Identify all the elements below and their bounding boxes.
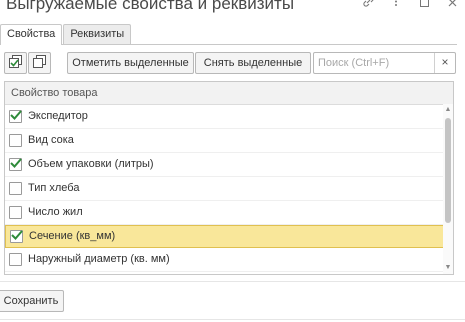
more-icon[interactable] bbox=[389, 0, 403, 10]
row-label: Наружный диаметр (кв. мм) bbox=[28, 253, 170, 265]
link-icon[interactable] bbox=[361, 0, 375, 10]
maximize-icon[interactable] bbox=[417, 0, 431, 10]
table-row[interactable]: Сечение (кв_мм) bbox=[5, 225, 453, 248]
check-all-icon bbox=[8, 54, 23, 72]
table-row[interactable]: Вид сока bbox=[5, 129, 453, 153]
row-label: Число жил bbox=[28, 206, 83, 218]
table-row[interactable]: Наружный диаметр (кв. мм) bbox=[5, 248, 453, 272]
bottom-divider bbox=[0, 319, 465, 320]
row-checkbox[interactable] bbox=[9, 182, 22, 195]
table-row[interactable]: Объем упаковки (литры) bbox=[5, 153, 453, 177]
row-checkbox[interactable] bbox=[9, 134, 22, 147]
vertical-scrollbar[interactable]: ▲ ▼ bbox=[443, 104, 453, 274]
copy-button[interactable] bbox=[28, 52, 51, 74]
tab-attributes[interactable]: Реквизиты bbox=[63, 24, 132, 44]
search-input[interactable] bbox=[314, 53, 434, 73]
scroll-down-icon[interactable]: ▼ bbox=[444, 264, 452, 272]
row-checkbox[interactable] bbox=[9, 158, 22, 171]
check-all-button[interactable] bbox=[4, 52, 27, 74]
search-box: × bbox=[313, 52, 456, 74]
table-row[interactable]: Число жил bbox=[5, 201, 453, 225]
tab-properties[interactable]: Свойства bbox=[0, 24, 63, 45]
row-label: Сечение (кв_мм) bbox=[29, 230, 116, 242]
unmark-selected-button[interactable]: Снять выделенные bbox=[195, 52, 311, 74]
mark-selected-button[interactable]: Отметить выделенные bbox=[67, 52, 194, 74]
checkmark-icon bbox=[11, 230, 23, 240]
footer-divider bbox=[0, 281, 465, 282]
row-checkbox[interactable] bbox=[10, 230, 23, 243]
table-body: Экспедитор Вид сока Объем упаковки (литры)… bbox=[5, 105, 453, 272]
title-bar-icons bbox=[361, 0, 459, 10]
scroll-thumb[interactable] bbox=[445, 118, 451, 223]
row-label: Тип хлеба bbox=[28, 182, 80, 194]
table-row[interactable]: Экспедитор bbox=[5, 105, 453, 129]
clear-search-button[interactable]: × bbox=[434, 53, 455, 73]
properties-table: Свойство товара Экспедитор Вид сока Объем … bbox=[4, 81, 454, 275]
scroll-up-icon[interactable]: ▲ bbox=[444, 106, 452, 114]
window-title: Выгружаемые свойства и реквизиты bbox=[6, 0, 295, 13]
row-checkbox[interactable] bbox=[9, 253, 22, 266]
row-checkbox[interactable] bbox=[9, 206, 22, 219]
save-button[interactable]: Сохранить bbox=[0, 290, 64, 312]
tab-bar: Свойства Реквизиты bbox=[0, 24, 132, 45]
copy-icon bbox=[32, 54, 47, 72]
checkmark-icon bbox=[10, 158, 22, 168]
checkmark-icon bbox=[10, 110, 22, 120]
close-icon[interactable] bbox=[445, 0, 459, 10]
row-label: Объем упаковки (литры) bbox=[28, 158, 154, 170]
row-checkbox[interactable] bbox=[9, 110, 22, 123]
toolbar: Отметить выделенные Снять выделенные × bbox=[4, 52, 457, 74]
table-row[interactable]: Тип хлеба bbox=[5, 177, 453, 201]
column-header[interactable]: Свойство товара bbox=[5, 82, 453, 105]
row-label: Вид сока bbox=[28, 134, 74, 146]
row-label: Экспедитор bbox=[28, 110, 88, 122]
tab-divider bbox=[0, 44, 457, 45]
